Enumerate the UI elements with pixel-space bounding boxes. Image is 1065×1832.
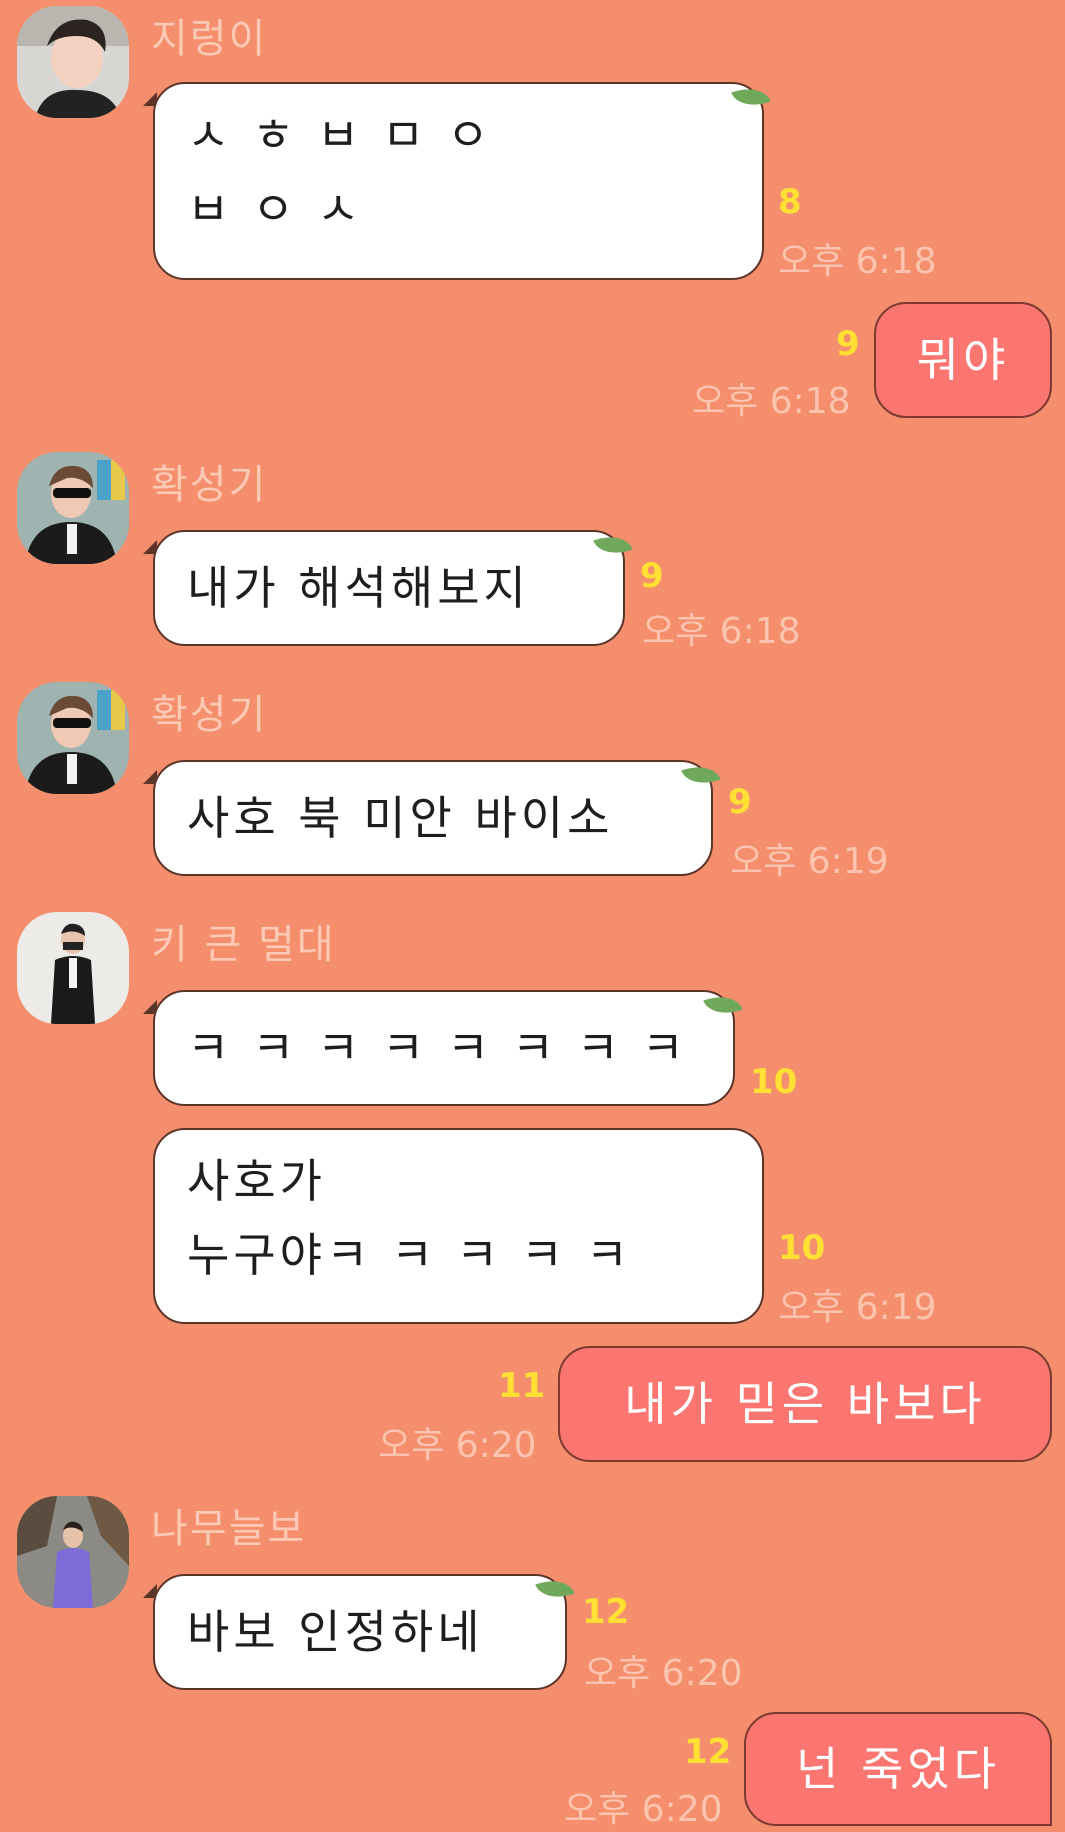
message-time: 오후 6:18	[692, 381, 851, 422]
unread-count: 9	[836, 324, 860, 364]
profile-photo-icon	[17, 452, 129, 564]
message-time: 오후 6:18	[778, 241, 937, 282]
my-message-bubble[interactable]: 뭐야	[874, 302, 1052, 418]
message-time: 오후 6:20	[564, 1789, 723, 1830]
my-message-bubble[interactable]: 넌 죽었다	[744, 1712, 1052, 1826]
unread-count: 11	[498, 1366, 546, 1406]
avatar[interactable]	[17, 912, 129, 1024]
unread-count: 9	[640, 556, 664, 596]
unread-count: 10	[778, 1228, 826, 1268]
avatar[interactable]	[17, 6, 129, 118]
avatar[interactable]	[17, 452, 129, 564]
avatar[interactable]	[17, 1496, 129, 1608]
my-message-bubble[interactable]: 내가 믿은 바보다	[558, 1346, 1052, 1462]
message-bubble[interactable]: 사호가 누구야ㅋ ㅋ ㅋ ㅋ ㅋ	[153, 1128, 764, 1324]
profile-photo-icon	[17, 1496, 129, 1608]
sender-name: 지렁이	[151, 16, 268, 62]
profile-photo-icon	[17, 6, 129, 118]
message-bubble[interactable]: 바보 인정하네	[153, 1574, 567, 1690]
message-time: 오후 6:20	[378, 1425, 537, 1466]
message-time: 오후 6:19	[778, 1287, 937, 1328]
message-time: 오후 6:20	[584, 1653, 743, 1694]
unread-count: 9	[728, 782, 752, 822]
message-bubble[interactable]: ㅋ ㅋ ㅋ ㅋ ㅋ ㅋ ㅋ ㅋ	[153, 990, 735, 1106]
message-bubble[interactable]: ㅅ ㅎ ㅂ ㅁ ㅇ ㅂ ㅇ ㅅ	[153, 82, 764, 280]
unread-count: 12	[684, 1732, 732, 1772]
message-time: 오후 6:19	[730, 841, 889, 882]
unread-count: 12	[582, 1592, 630, 1632]
sender-name: 확성기	[151, 462, 268, 508]
unread-count: 8	[778, 182, 802, 222]
sender-name: 키 큰 멀대	[151, 922, 336, 968]
profile-photo-icon	[17, 682, 129, 794]
avatar[interactable]	[17, 682, 129, 794]
profile-photo-icon	[17, 912, 129, 1024]
unread-count: 10	[750, 1062, 798, 1102]
message-bubble[interactable]: 내가 해석해보지	[153, 530, 625, 646]
sender-name: 나무늘보	[151, 1506, 307, 1552]
message-bubble[interactable]: 사호 북 미안 바이소	[153, 760, 713, 876]
sender-name: 확성기	[151, 692, 268, 738]
message-time: 오후 6:18	[642, 611, 801, 652]
